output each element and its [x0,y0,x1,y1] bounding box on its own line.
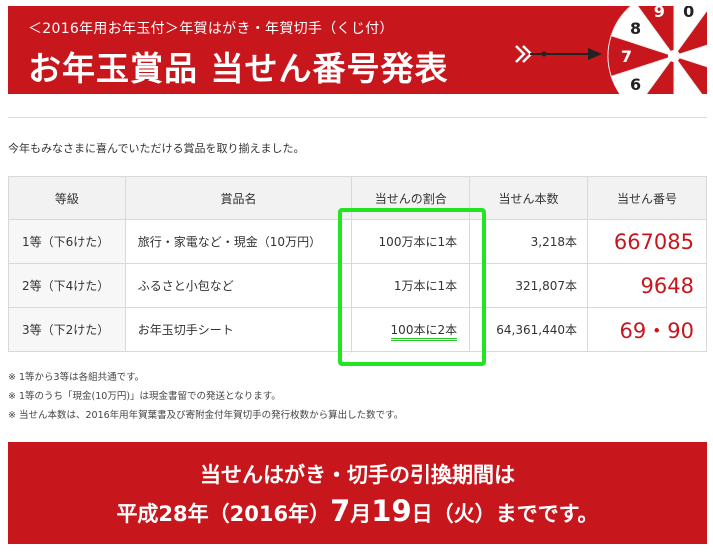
intro-text: 今年もみなさまに喜んでいただける賞品を取り揃えました。 [8,142,305,155]
wheel-digit: 4 [683,92,694,94]
arrow-icon [515,45,602,63]
header-prize: 賞品名 [124,176,353,220]
winning-number-cell: 69・90 [587,307,707,352]
notes-list: ※ 1等から3等は各組共通です。 ※ 1等のうち「現金(10万円)」は現金書留で… [8,368,403,425]
period-day: 19 [371,494,412,528]
period-line-1: 当せんはがき・切手の引換期間は [200,463,515,487]
count-cell: 3,218本 [469,219,588,264]
header-number: 当せん番号 [587,176,707,220]
note-item: ※ 1等のうち「現金(10万円)」は現金書留での発送となります。 [8,391,281,402]
prize-cell: お年玉切手シート [124,307,353,352]
highlight-box [338,208,486,366]
period-line-2: 平成28年（2016年）7月19日（火）までです。 [8,494,707,528]
wheel-hub [668,50,680,62]
grade-cell: 2等（下4けた） [8,263,126,308]
wheel-digit: 5 [654,92,665,94]
wheel-digit: 7 [621,47,632,66]
count-cell: 64,361,440本 [469,307,588,352]
wheel-digit: 0 [683,6,694,21]
prize-cell: 旅行・家電など・現金（10万円） [124,219,353,264]
banner-subtitle: ＜2016年用お年玉付＞年賀はがき・年賀切手（くじ付） [28,21,394,37]
header-banner: ＜2016年用お年玉付＞年賀はがき・年賀切手（くじ付） お年玉賞品 当せん番号発… [8,6,707,94]
count-cell: 321,807本 [469,263,588,308]
winning-number-cell: 667085 [587,219,707,264]
wheel-digit: 9 [654,6,665,21]
period-month-unit: 月 [350,502,372,526]
prize-cell: ふるさと小包など [124,263,353,308]
grade-cell: 1等（下6けた） [8,219,126,264]
wheel-digit: 6 [630,75,641,94]
exchange-period-banner: 当せんはがき・切手の引換期間は 平成28年（2016年）7月19日（火）までです… [8,442,707,544]
note-item: ※ 当せん本数は、2016年用年賀葉書及び寄附金付年賀切手の発行枚数から算出した… [8,410,404,421]
divider [8,117,707,118]
lottery-wheel-icon: 0123456789 [607,6,707,94]
period-suffix: 日（火）までです。 [411,502,599,526]
period-month: 7 [330,494,351,528]
winning-number-cell: 9648 [587,263,707,308]
grade-cell: 3等（下2けた） [8,307,126,352]
header-grade: 等級 [8,176,126,220]
wheel-digit: 8 [630,19,641,38]
banner-title: お年玉賞品 当せん番号発表 [28,49,449,88]
period-era: 平成28年（2016年） [116,502,331,526]
note-item: ※ 1等から3等は各組共通です。 [8,372,145,383]
header-count: 当せん本数 [469,176,588,220]
